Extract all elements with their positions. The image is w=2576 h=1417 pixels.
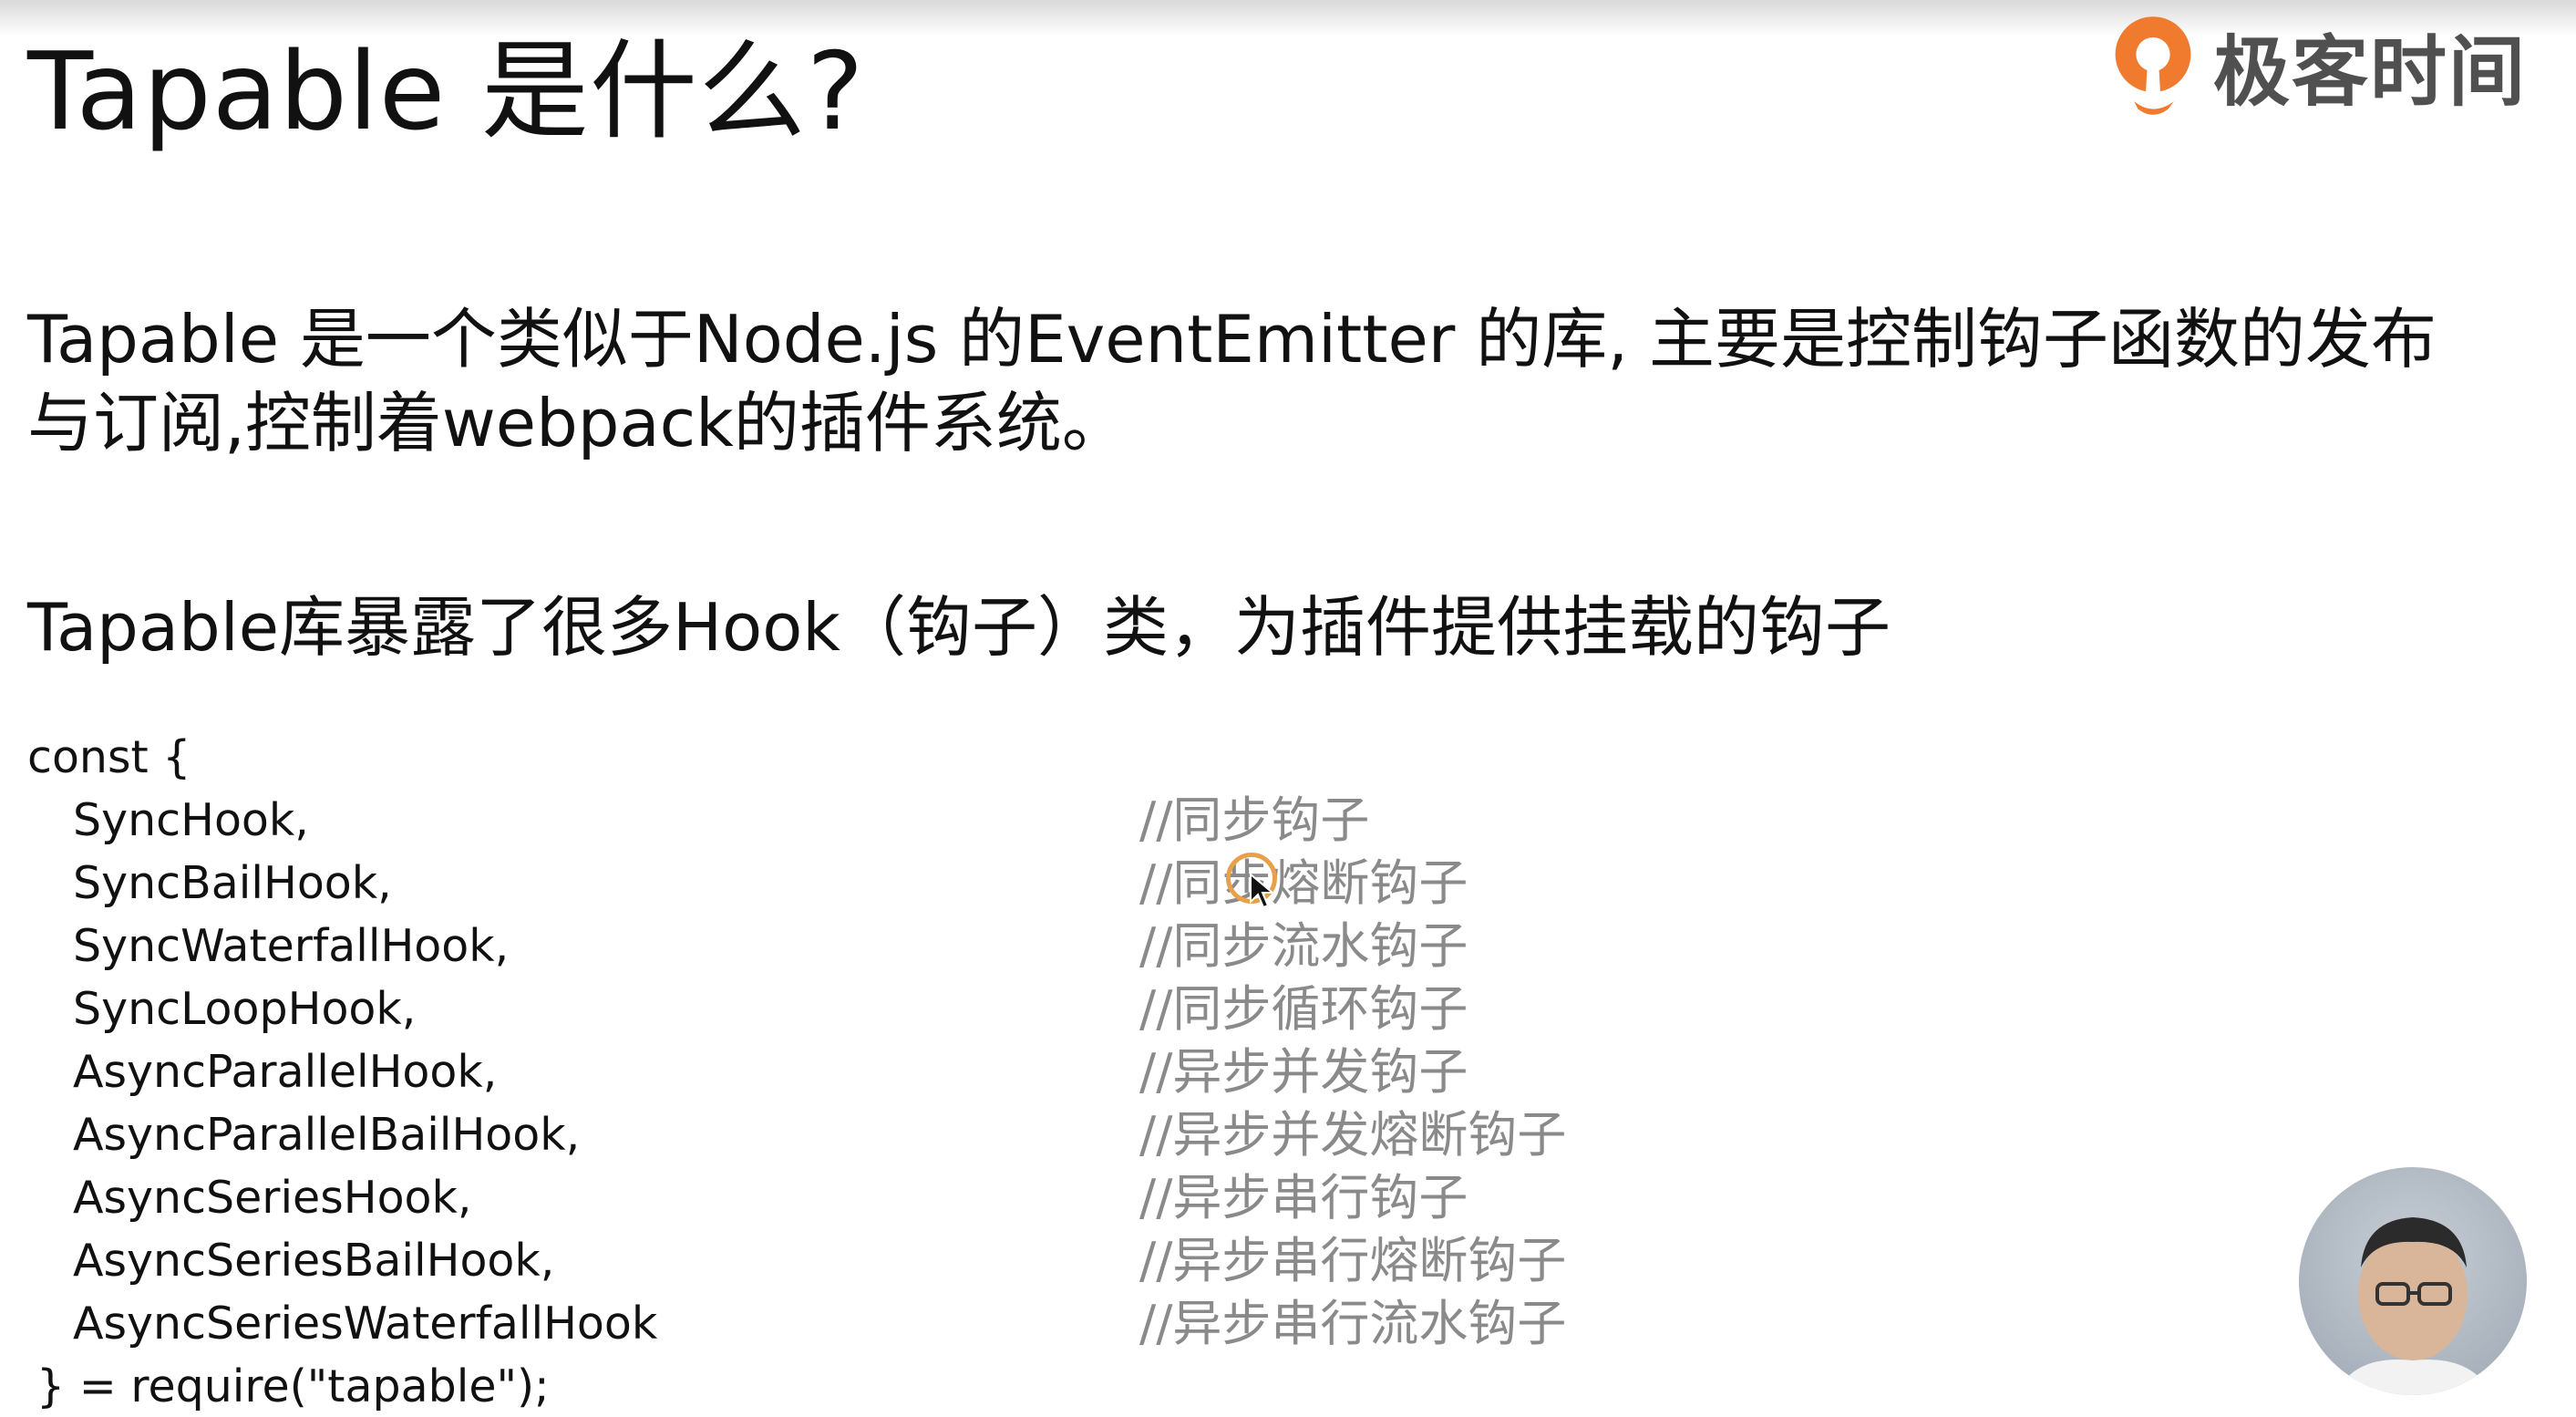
hook-name: SyncBailHook, [73,857,392,909]
slide-title: Tapable 是什么? [27,28,865,154]
code-open: const { [27,731,191,783]
geektime-logo: 极客时间 [2106,11,2527,120]
hook-name: AsyncParallelBailHook, [73,1109,581,1161]
hook-comment: //同步钩子 [1139,791,1370,849]
hook-name: SyncLoopHook, [73,983,417,1035]
presenter-video-thumbnail [2299,1167,2527,1395]
hook-name: AsyncSeriesHook, [73,1172,472,1224]
description-line-2: 与订阅,控制着webpack的插件系统。 [27,385,1128,461]
hook-comment: //异步串行钩子 [1139,1169,1468,1226]
hook-name: AsyncParallelHook, [73,1046,498,1098]
hook-comment: //异步串行熔断钩子 [1139,1232,1567,1289]
hook-comment: //异步并发钩子 [1139,1043,1468,1101]
description-paragraph: Tapable 是一个类似于Node.js 的EventEmitter 的库, … [27,297,2437,465]
mouse-pointer-icon [1250,873,1275,909]
hook-comment: //同步熔断钩子 [1139,854,1468,912]
hook-name: SyncWaterfallHook, [73,920,510,972]
hook-summary: Tapable库暴露了很多Hook（钩子）类，为插件提供挂载的钩子 [27,589,1891,666]
hook-comment: //异步串行流水钩子 [1139,1295,1567,1352]
presenter-avatar-icon [2335,1217,2492,1395]
code-close: } = require("tapable"); [36,1360,550,1412]
hook-name: AsyncSeriesBailHook, [73,1235,555,1287]
description-line-1: Tapable 是一个类似于Node.js 的EventEmitter 的库, … [27,301,2437,378]
hook-comment: //同步循环钩子 [1139,980,1468,1038]
logo-text: 极客时间 [2213,26,2528,117]
hook-comment: //同步流水钩子 [1139,917,1468,975]
hook-name: SyncHook, [73,794,309,846]
hook-name: AsyncSeriesWaterfallHook [73,1298,658,1350]
hook-comment: //异步并发熔断钩子 [1139,1106,1567,1164]
geektime-logo-icon [2115,16,2191,115]
